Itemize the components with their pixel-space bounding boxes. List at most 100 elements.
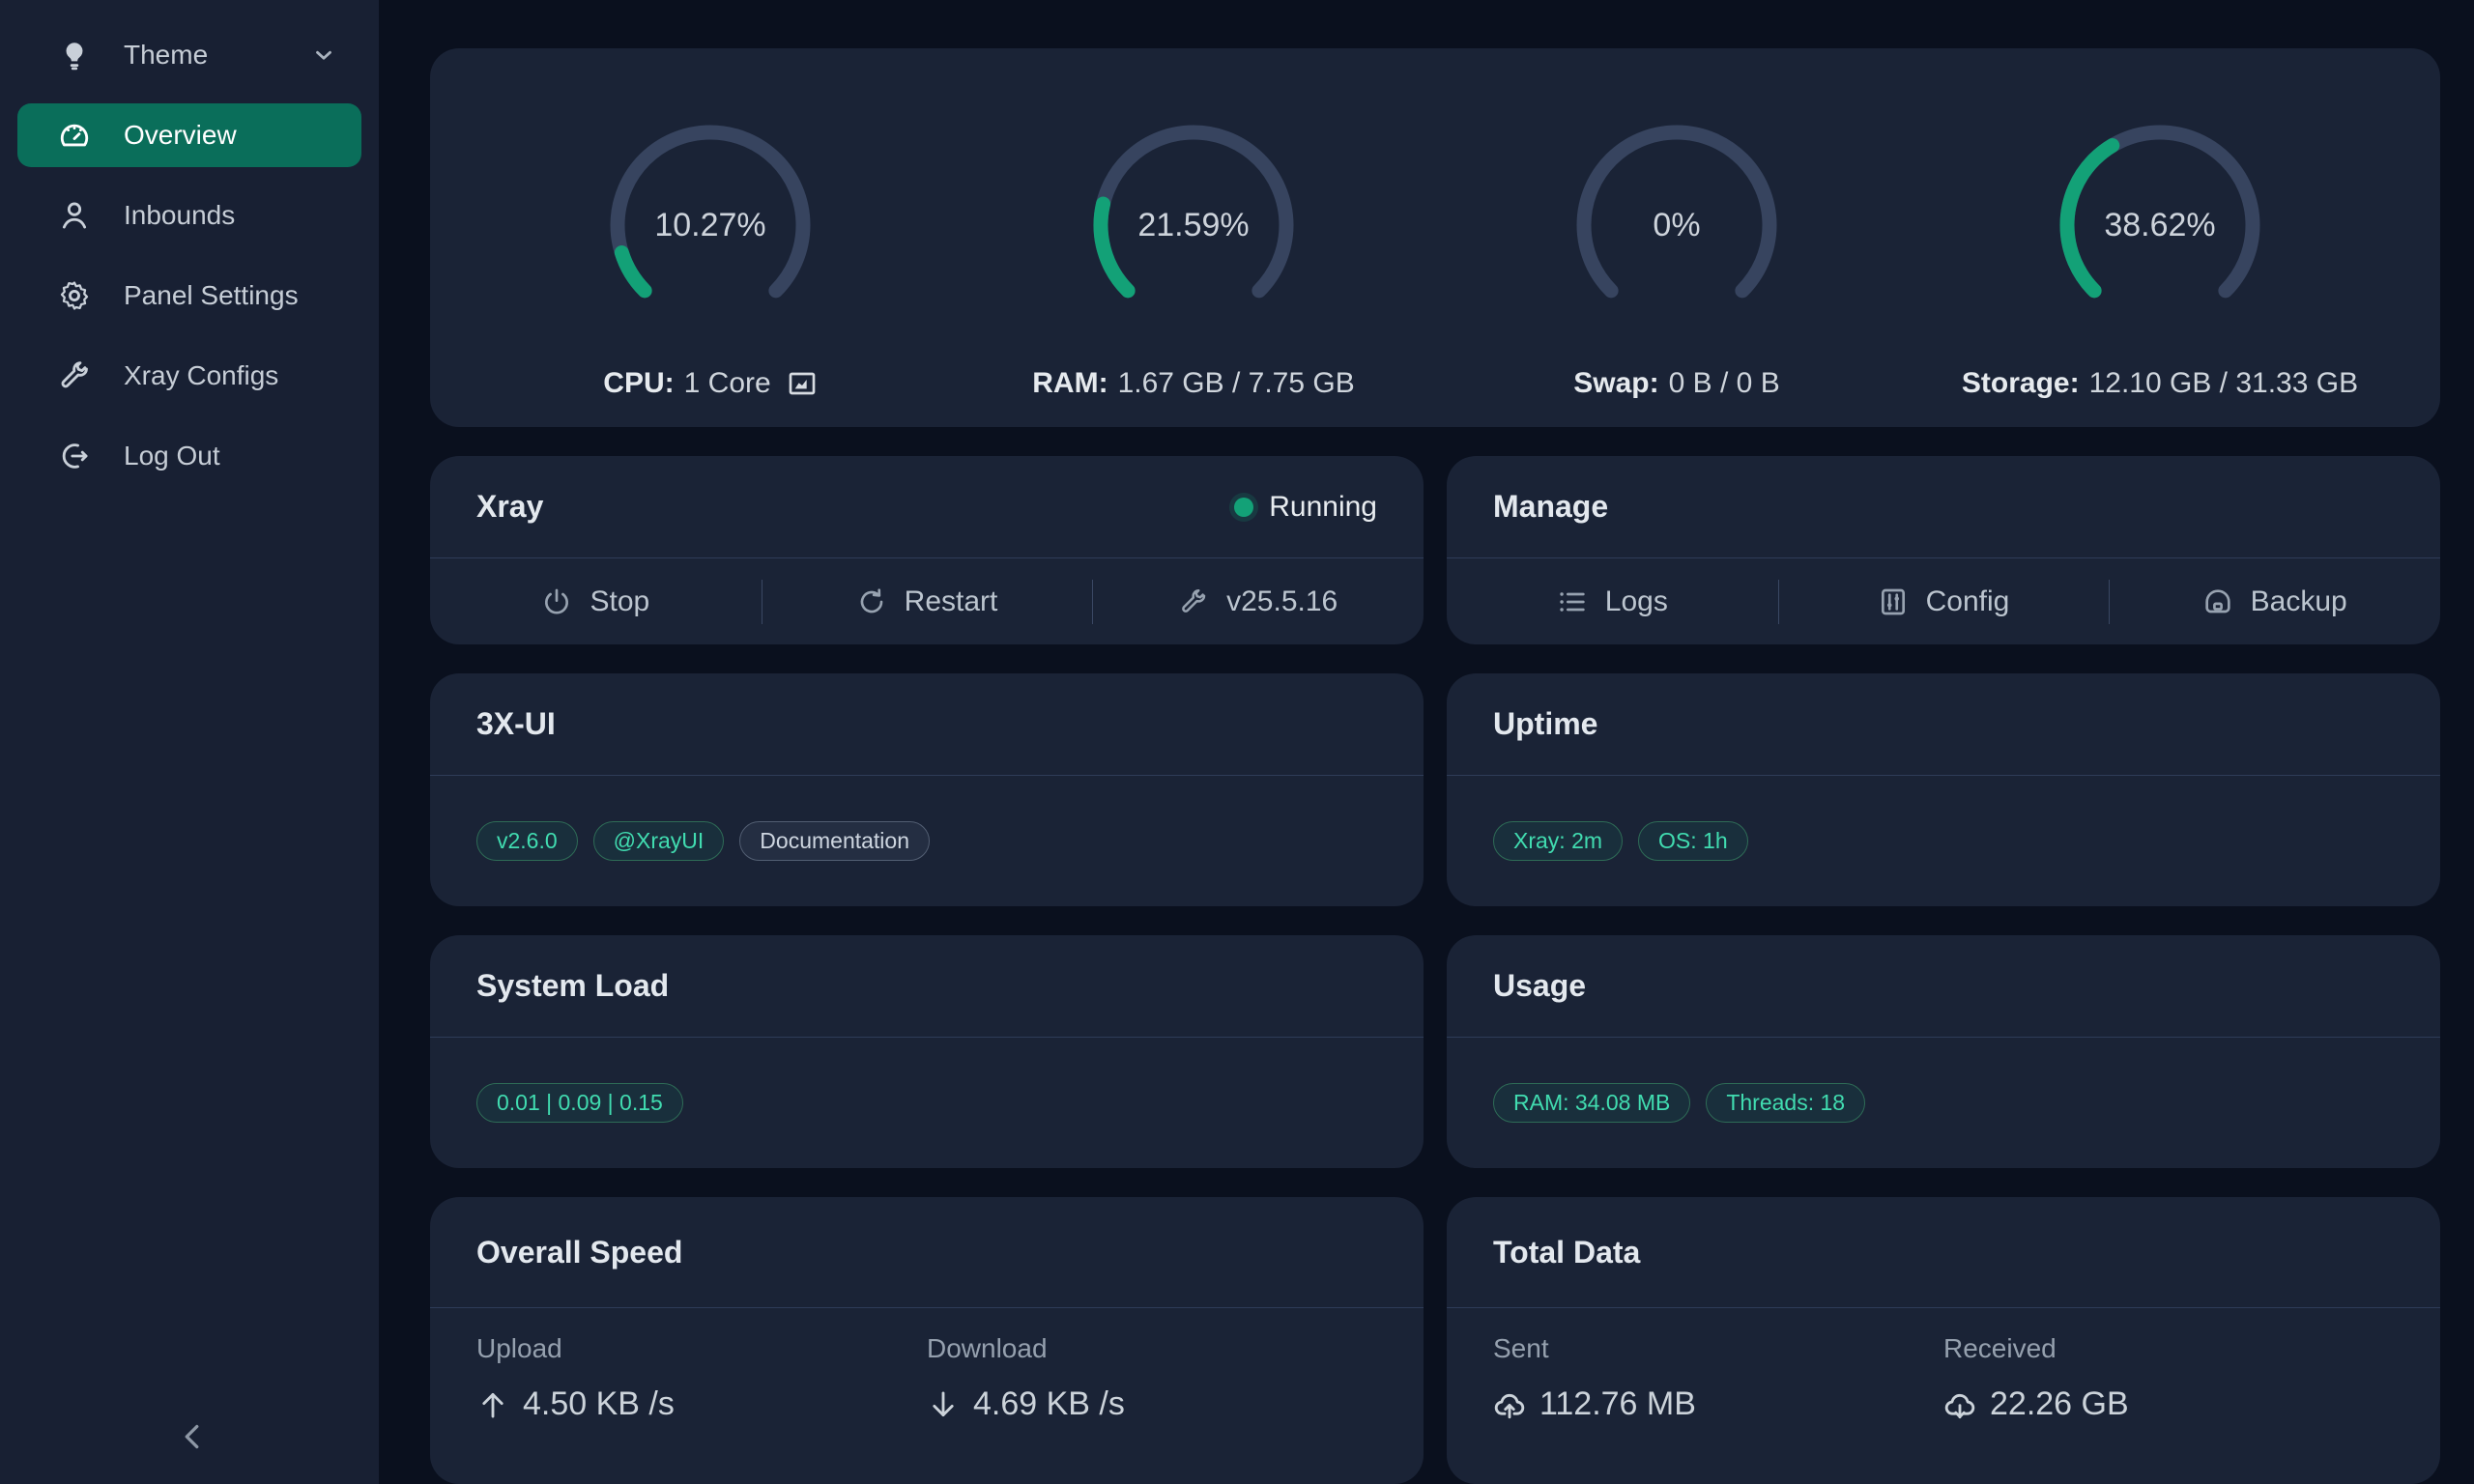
speedometer-icon (58, 119, 91, 152)
user-icon (58, 199, 91, 232)
xui-tags: v2.6.0 @XrayUI Documentation (430, 776, 1424, 906)
restart-button[interactable]: Restart (762, 558, 1093, 644)
os-uptime-tag: OS: 1h (1638, 821, 1748, 861)
uptime-card: Uptime Xray: 2m OS: 1h (1447, 673, 2440, 906)
version-tag[interactable]: v2.6.0 (476, 821, 578, 861)
xray-card: Xray Running Stop (430, 456, 1424, 644)
sliders-icon (1878, 586, 1909, 617)
status-label: Running (1269, 491, 1377, 524)
sidebar-item-logout[interactable]: Log Out (17, 424, 361, 488)
card-title: Xray (476, 489, 543, 525)
chevron-left-icon (176, 1419, 211, 1457)
xray-actions: Stop Restart v25.5.16 (430, 558, 1424, 644)
received-stat: Received 22.26 GB (1943, 1333, 2394, 1484)
manage-actions: Logs Config Backup (1447, 558, 2440, 644)
power-icon (541, 586, 572, 617)
chevron-down-icon (311, 43, 336, 68)
xui-card-header: 3X-UI (430, 673, 1424, 776)
ram-label: RAM: 1.67 GB / 7.75 GB (1032, 367, 1354, 400)
backup-icon (2202, 586, 2233, 617)
uptime-card-header: Uptime (1447, 673, 2440, 776)
sidebar-item-label: Inbounds (124, 200, 336, 231)
card-title: System Load (476, 968, 669, 1004)
sidebar-collapse-button[interactable] (162, 1411, 224, 1465)
cpu-percent: 10.27% (603, 118, 818, 332)
xui-card: 3X-UI v2.6.0 @XrayUI Documentation (430, 673, 1424, 906)
card-title: 3X-UI (476, 706, 556, 742)
storage-label: Storage: 12.10 GB / 31.33 GB (1962, 367, 2358, 400)
sidebar-item-theme[interactable]: Theme (17, 23, 361, 87)
usage-card: Usage RAM: 34.08 MB Threads: 18 (1447, 935, 2440, 1168)
system-load-card-header: System Load (430, 935, 1424, 1038)
sidebar-item-inbounds[interactable]: Inbounds (17, 184, 361, 247)
overall-speed-card: Overall Speed Upload 4.50 KB /s Downlo (430, 1197, 1424, 1484)
row-speed-total: Overall Speed Upload 4.50 KB /s Downlo (430, 1197, 2440, 1484)
xray-status: Running (1234, 491, 1377, 524)
threads-tag: Threads: 18 (1706, 1083, 1865, 1123)
ram-gauge: 21.59% RAM: 1.67 GB / 7.75 GB (952, 48, 1435, 427)
arrow-down-icon (927, 1388, 960, 1421)
row-xray-manage: Xray Running Stop (430, 456, 2440, 644)
logout-icon (58, 440, 91, 472)
sidebar-item-label: Xray Configs (124, 360, 336, 391)
total-data-stats: Sent 112.76 MB Received (1447, 1308, 2440, 1484)
backup-button[interactable]: Backup (2109, 558, 2440, 644)
card-title: Total Data (1493, 1235, 1640, 1270)
sidebar-item-label: Theme (124, 40, 311, 71)
total-data-card-header: Total Data (1447, 1197, 2440, 1308)
sidebar-item-label: Panel Settings (124, 280, 336, 311)
wrench-icon (1178, 586, 1209, 617)
restart-icon (856, 586, 887, 617)
row-load-usage: System Load 0.01 | 0.09 | 0.15 Usage RAM… (430, 935, 2440, 1168)
swap-label: Swap: 0 B / 0 B (1573, 367, 1779, 400)
documentation-tag[interactable]: Documentation (739, 821, 930, 861)
system-load-card: System Load 0.01 | 0.09 | 0.15 (430, 935, 1424, 1168)
sidebar-item-xray-configs[interactable]: Xray Configs (17, 344, 361, 408)
logs-button[interactable]: Logs (1447, 558, 1778, 644)
config-button[interactable]: Config (1778, 558, 2110, 644)
system-load-tags: 0.01 | 0.09 | 0.15 (430, 1038, 1424, 1168)
main-content: 10.27% CPU: 1 Core 21.59% (379, 0, 2474, 1484)
stop-button[interactable]: Stop (430, 558, 762, 644)
sidebar-item-panel-settings[interactable]: Panel Settings (17, 264, 361, 328)
cloud-upload-icon (1493, 1388, 1526, 1421)
card-title: Usage (1493, 968, 1586, 1004)
xray-uptime-tag: Xray: 2m (1493, 821, 1623, 861)
overall-speed-card-header: Overall Speed (430, 1197, 1424, 1308)
row-xui-uptime: 3X-UI v2.6.0 @XrayUI Documentation Uptim… (430, 673, 2440, 906)
cpu-label: CPU: 1 Core (603, 367, 817, 400)
arrow-up-icon (476, 1388, 509, 1421)
uptime-tags: Xray: 2m OS: 1h (1447, 776, 2440, 906)
speed-stats: Upload 4.50 KB /s Download (430, 1308, 1424, 1484)
cpu-gauge: 10.27% CPU: 1 Core (469, 48, 952, 427)
gear-icon (58, 279, 91, 312)
storage-gauge: 38.62% Storage: 12.10 GB / 31.33 GB (1918, 48, 2402, 427)
ram-usage-tag: RAM: 34.08 MB (1493, 1083, 1690, 1123)
usage-card-header: Usage (1447, 935, 2440, 1038)
card-title: Manage (1493, 489, 1608, 525)
xray-version-button[interactable]: v25.5.16 (1092, 558, 1424, 644)
ram-percent: 21.59% (1086, 118, 1301, 332)
load-average-tag: 0.01 | 0.09 | 0.15 (476, 1083, 683, 1123)
card-title: Uptime (1493, 706, 1597, 742)
sidebar-item-label: Overview (124, 120, 336, 151)
manage-card-header: Manage (1447, 456, 2440, 558)
total-data-card: Total Data Sent 112.76 MB Received (1447, 1197, 2440, 1484)
running-dot-icon (1234, 498, 1253, 517)
xray-card-header: Xray Running (430, 456, 1424, 558)
app-root: Theme Overview Inbounds Panel Settings (0, 0, 2474, 1484)
sent-stat: Sent 112.76 MB (1493, 1333, 1943, 1484)
resource-gauges-card: 10.27% CPU: 1 Core 21.59% (430, 48, 2440, 427)
sidebar: Theme Overview Inbounds Panel Settings (0, 0, 379, 1484)
usage-tags: RAM: 34.08 MB Threads: 18 (1447, 1038, 2440, 1168)
download-stat: Download 4.69 KB /s (927, 1333, 1377, 1484)
sidebar-item-overview[interactable]: Overview (17, 103, 361, 167)
wrench-icon (58, 359, 91, 392)
list-icon (1557, 586, 1588, 617)
xrayui-tag[interactable]: @XrayUI (593, 821, 725, 861)
swap-percent: 0% (1569, 118, 1784, 332)
card-title: Overall Speed (476, 1235, 682, 1270)
area-chart-icon[interactable] (787, 368, 818, 399)
sidebar-item-label: Log Out (124, 441, 336, 471)
upload-stat: Upload 4.50 KB /s (476, 1333, 927, 1484)
